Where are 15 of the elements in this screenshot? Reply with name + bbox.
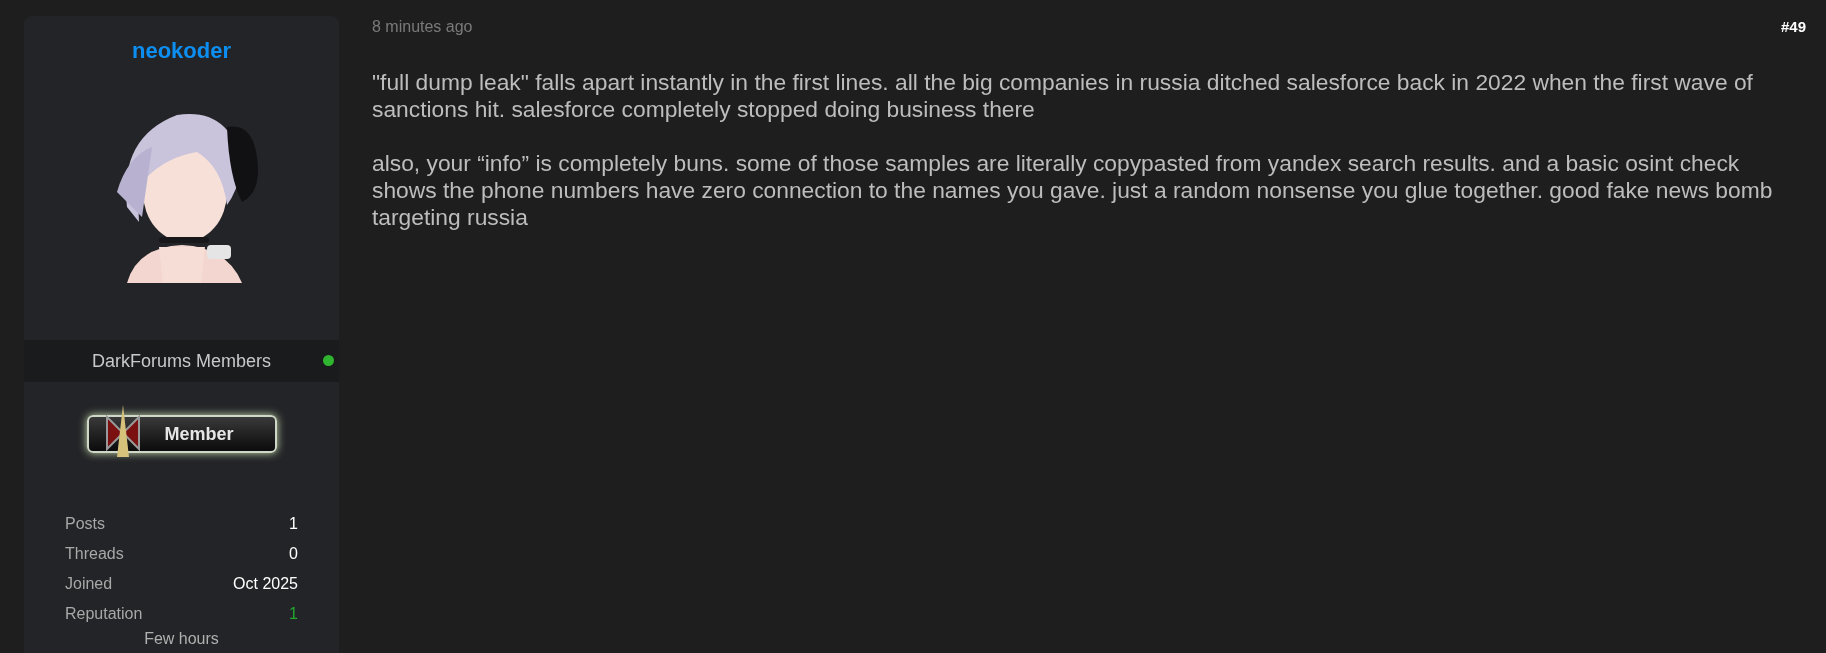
post-number-link[interactable]: #49 <box>1780 15 1806 39</box>
post-time: 8 minutes ago <box>372 17 473 37</box>
username-link[interactable]: neokoder <box>132 34 231 67</box>
stat-label: Joined <box>65 574 113 594</box>
stat-label: Reputation <box>65 604 143 624</box>
last-seen: Few hours <box>144 629 219 649</box>
stat-label: Threads <box>65 544 124 564</box>
stat-value: 1 <box>289 604 298 624</box>
user-group: DarkForums Members <box>92 347 271 375</box>
post-paragraph: "full dump leak" falls apart instantly in the first lines. all the big companies in russia ditched salesforce back in 2022 when the first wave of sanctions hit. salesforce completely stopped doing business there <box>372 69 1754 123</box>
stat-value: Oct 2025 <box>233 574 298 594</box>
stat-value: 0 <box>289 544 298 564</box>
post-paragraph: also, your “info” is completely buns. some of those samples are literally copypasted from yandex search results. and a basic osint check shows the phone numbers have zero connection to the names you gave. just a random nonsense you glue together. good fake news bomb targeting russia <box>372 150 1774 231</box>
stat-value: 1 <box>289 514 298 534</box>
stat-label: Posts <box>65 514 105 534</box>
